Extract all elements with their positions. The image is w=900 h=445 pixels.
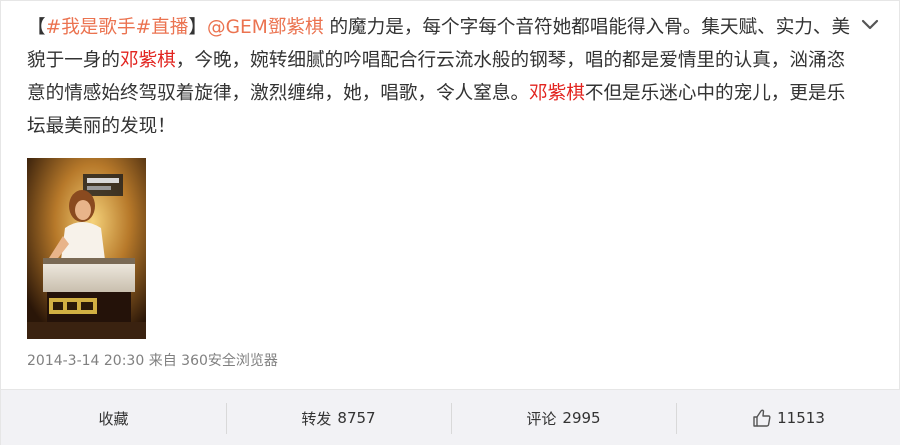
hashtag-link-wo-shi-ge-shou[interactable]: #我是歌手# (46, 17, 152, 38)
comment-button[interactable]: 评论 2995 (451, 390, 676, 445)
comment-label: 评论 (526, 409, 557, 428)
hashtag-link-zhibo[interactable]: 直播 (151, 17, 188, 38)
post-menu-chevron-down-icon[interactable] (859, 13, 881, 35)
post-timestamp[interactable]: 2014-3-14 20:30 (27, 353, 144, 369)
repost-count: 8757 (337, 409, 376, 427)
post-action-bar: 收藏 转发 8757 评论 2995 11513 (1, 389, 900, 445)
name-link-1[interactable]: 邓紫棋 (120, 50, 176, 71)
favorite-label: 收藏 (98, 409, 129, 428)
repost-button[interactable]: 转发 8757 (226, 390, 451, 445)
post-body-text: 【#我是歌手#直播】@GEM鄧紫棋 的魔力是，每个字每个音符她都唱能得入骨。集天… (27, 11, 857, 143)
like-button[interactable]: 11513 (676, 390, 900, 445)
post-image-thumbnail[interactable] (27, 158, 146, 339)
topic-bracket-close: 】 (188, 17, 207, 38)
post-from-label: 来自 (148, 353, 177, 369)
mention-link-gem[interactable]: @GEM鄧紫棋 (207, 17, 324, 38)
repost-label: 转发 (301, 409, 332, 428)
name-link-2[interactable]: 邓紫棋 (529, 83, 585, 104)
post-meta: 2014-3-14 20:30 来自 360安全浏览器 (27, 351, 278, 371)
weibo-post-card: 【#我是歌手#直播】@GEM鄧紫棋 的魔力是，每个字每个音符她都唱能得入骨。集天… (0, 0, 900, 445)
thumbs-up-icon (752, 408, 772, 428)
favorite-button[interactable]: 收藏 (1, 390, 226, 445)
post-source-link[interactable]: 360安全浏览器 (181, 353, 278, 369)
like-count: 11513 (777, 409, 825, 427)
topic-bracket-open: 【 (27, 17, 46, 38)
comment-count: 2995 (562, 409, 601, 427)
